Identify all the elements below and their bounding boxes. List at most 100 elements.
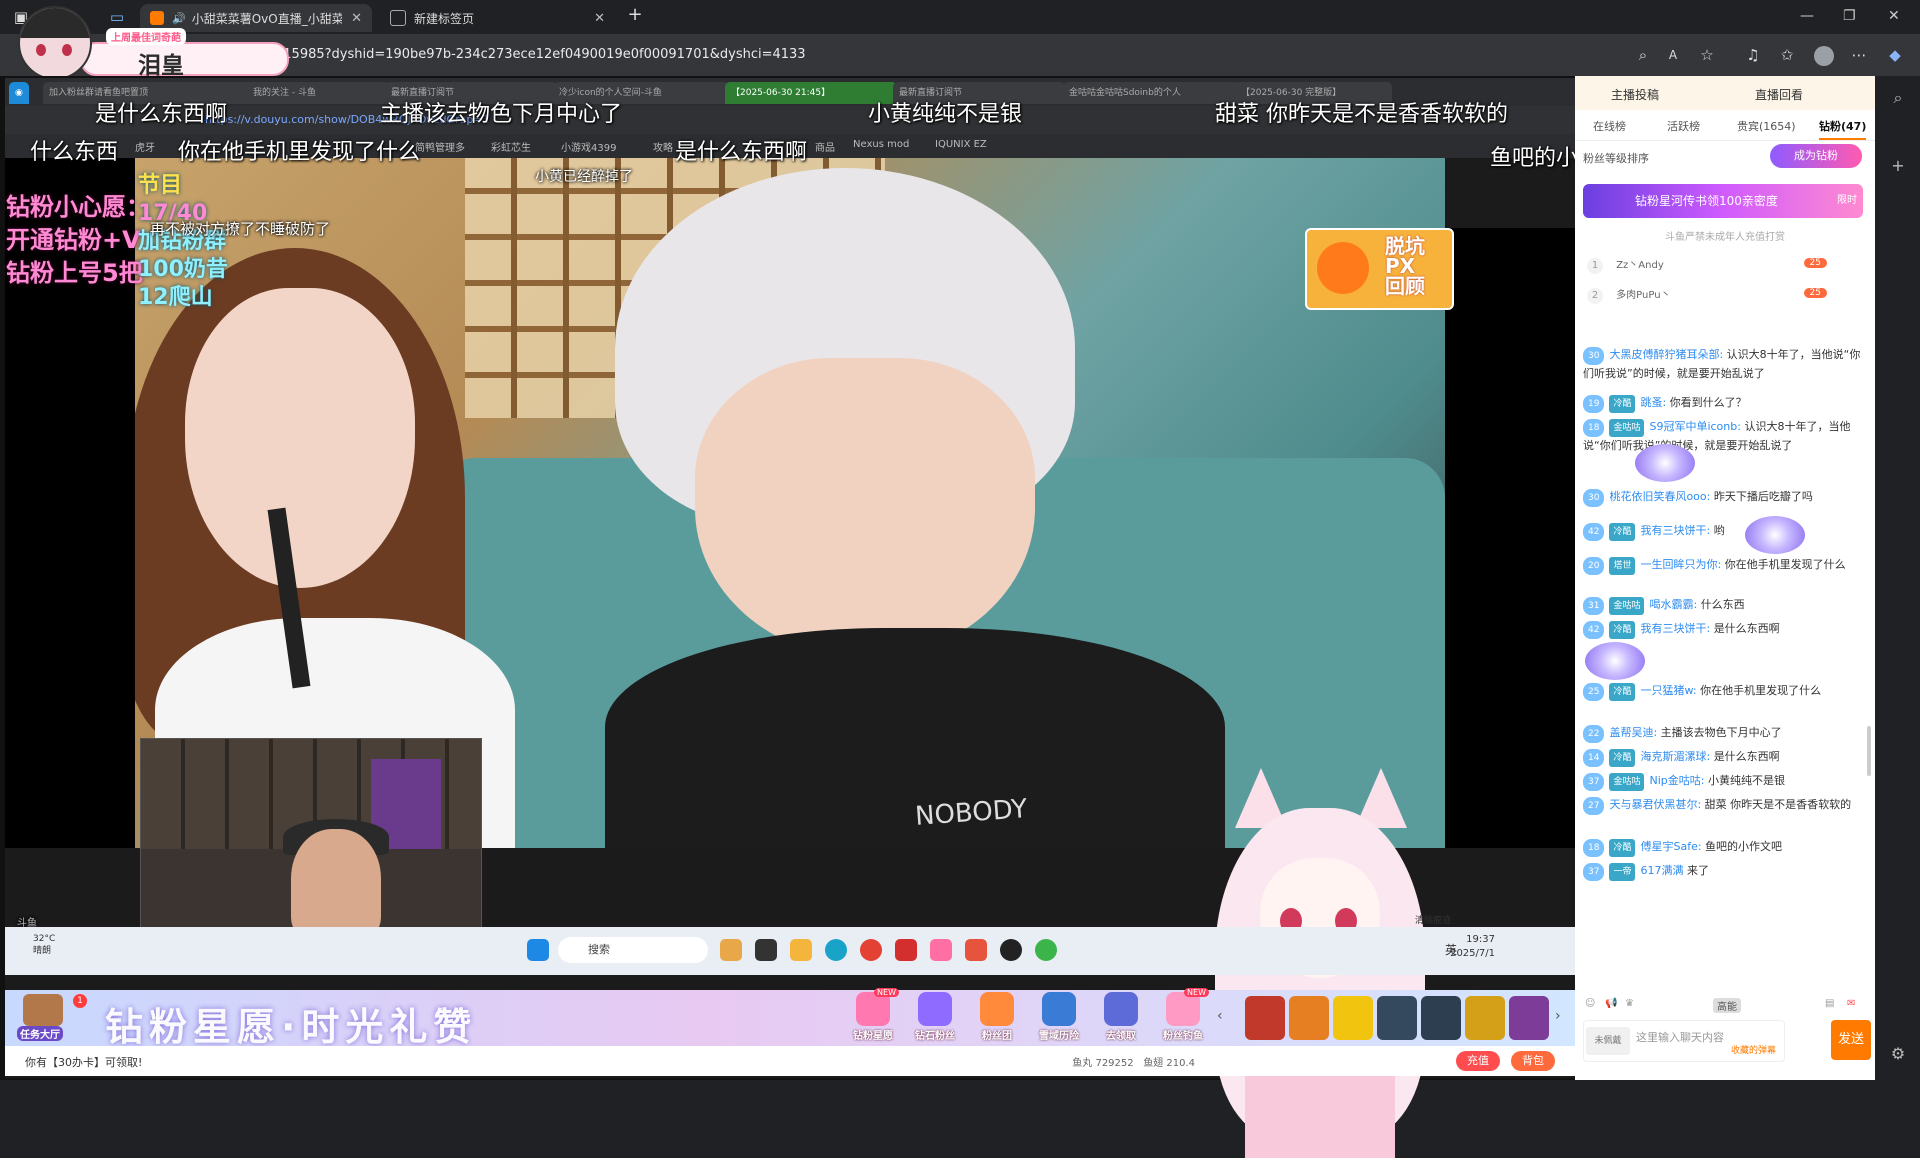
chat-message[interactable]: 42 冷酷 我有三块饼干: 是什么东西啊 — [1583, 620, 1868, 639]
captured-tab: 金咕咕金咕咕Sdoinb的个人 — [1063, 82, 1240, 104]
chat-message[interactable]: 30 大黑皮傅醉狞猪耳朵部: 认识大8十年了，当他说“你们听我说”的时候，就是要开… — [1583, 346, 1868, 383]
chevron-left-icon[interactable]: ‹ — [1217, 1008, 1223, 1024]
chat-username[interactable]: 大黑皮傅醉狞猪耳朵部: — [1609, 348, 1723, 361]
backpack-item[interactable] — [1509, 996, 1549, 1040]
chat-username[interactable]: 傅星宇Safe: — [1640, 840, 1701, 853]
chat-message[interactable]: 31 金咕咕 喝水霸霸: 什么东西 — [1583, 596, 1868, 615]
backpack-item[interactable] — [1245, 996, 1285, 1040]
saved-danmaku-link[interactable]: 收藏的弹幕 — [1731, 1043, 1776, 1056]
tab-online-rank[interactable]: 在线榜 — [1593, 118, 1626, 134]
chat-message[interactable]: 25 冷酷 一只猛猪w: 你在他手机里发现了什么 — [1583, 682, 1868, 701]
rank-sort-label[interactable]: 粉丝等级排序 — [1583, 150, 1649, 166]
chat-message[interactable]: 42 冷酷 我有三块饼干: 哟 — [1583, 522, 1868, 541]
gift-item[interactable]: 粉丝钓鱼 NEW — [1155, 988, 1211, 1044]
gift-item[interactable]: 粉丝团 — [969, 992, 1025, 1044]
chat-message[interactable]: 22 盖帮吴迪: 主播该去物色下月中心了 — [1583, 724, 1868, 743]
tab-new-tab[interactable]: 新建标签页 ✕ — [380, 4, 615, 32]
close-tab-icon[interactable]: ✕ — [594, 11, 605, 26]
chat-username[interactable]: 桃花依旧笑春风ooo: — [1609, 490, 1710, 503]
claim-notice[interactable]: 你有【30办卡】可领取! — [25, 1054, 142, 1070]
chat-message[interactable]: 20 塔世 一生回眸只为你: 你在他手机里发现了什么 — [1583, 556, 1868, 575]
chat-input-box[interactable]: 未佩戴 这里输入聊天内容 收藏的弹幕 — [1583, 1020, 1785, 1062]
chat-message[interactable]: 37 金咕咕 Nip金咕咕: 小黄纯纯不是银 — [1583, 772, 1868, 791]
event-banner[interactable]: 钻粉星愿·时光礼赞 — [105, 996, 477, 1051]
chat-message[interactable]: 18 冷酷 傅星宇Safe: 鱼吧的小作文吧 — [1583, 838, 1868, 857]
badge-selector[interactable]: 未佩戴 — [1586, 1027, 1630, 1055]
settings-icon[interactable]: ▤ — [1825, 998, 1834, 1009]
rank-row[interactable]: 2 多肉PuPu丶 25 — [1587, 286, 1857, 310]
mission-hall-button[interactable]: 任务大厅 1 — [15, 994, 87, 1042]
add-icon[interactable]: + — [1888, 156, 1908, 176]
chat-username[interactable]: Nip金咕咕: — [1649, 774, 1704, 787]
url-field[interactable]: 215985?dyshid=190be97b-234c273ece12ef049… — [275, 47, 806, 62]
page-icon — [390, 10, 406, 26]
chevron-right-icon[interactable]: › — [1555, 1008, 1561, 1024]
favorite-star-icon[interactable]: ☆ — [1698, 46, 1716, 64]
user-level-badge: 37 — [1583, 863, 1605, 881]
chat-username[interactable]: 跳蚤: — [1640, 396, 1666, 409]
chat-username[interactable]: 盖帮吴迪: — [1609, 726, 1657, 739]
chat-message[interactable]: 18 金咕咕 S9冠军中单iconb: 认识大8十年了，当他说“你们听我说”的时候，… — [1583, 418, 1868, 455]
red-envelope-icon[interactable]: ✉ — [1847, 998, 1855, 1009]
new-tab-button[interactable]: + — [626, 6, 644, 24]
gift-item[interactable]: 雪域历险 — [1031, 992, 1087, 1044]
backpack-item[interactable] — [1333, 996, 1373, 1040]
extension-icon[interactable]: ♫ — [1744, 46, 1762, 64]
send-button[interactable]: 发送 — [1831, 1020, 1871, 1060]
recharge-button[interactable]: 充值 — [1456, 1051, 1500, 1071]
chat-message[interactable]: 14 冷酷 海克斯湄漯球: 是什么东西啊 — [1583, 748, 1868, 767]
backpack-item[interactable] — [1465, 996, 1505, 1040]
close-window-icon[interactable]: ✕ — [1888, 8, 1900, 24]
folder-icon — [790, 939, 812, 961]
chat-username[interactable]: 我有三块饼干: — [1640, 524, 1710, 537]
streamer-posts-link[interactable]: 主播投稿 — [1611, 86, 1659, 103]
zoom-icon[interactable]: ⌕ — [1634, 46, 1652, 64]
gift-item[interactable]: 钻粉星愿 NEW — [845, 988, 901, 1044]
backpack-button[interactable]: 背包 — [1511, 1051, 1555, 1071]
search-icon[interactable]: ⌕ — [1888, 88, 1908, 108]
gift-icon — [1166, 992, 1200, 1026]
more-menu-icon[interactable]: ⋯ — [1850, 46, 1868, 64]
backpack-item[interactable] — [1377, 996, 1417, 1040]
megaphone-icon[interactable]: 📢 — [1605, 998, 1617, 1009]
high-energy-button[interactable]: 高能 — [1713, 998, 1741, 1013]
tab-diamond-fans[interactable]: 钻粉(47) — [1819, 118, 1867, 140]
emoji-icon[interactable]: ☺ — [1585, 998, 1595, 1009]
chat-username[interactable]: 喝水霸霸: — [1649, 598, 1697, 611]
backpack-item[interactable] — [1289, 996, 1329, 1040]
chat-username[interactable]: 一只猛猪w: — [1640, 684, 1696, 697]
user-level-badge: 31 — [1583, 597, 1605, 615]
chat-list[interactable]: 30 大黑皮傅醉狞猪耳朵部: 认识大8十年了，当他说“你们听我说”的时候，就是要开… — [1575, 324, 1875, 984]
favorites-icon[interactable]: ✩ — [1778, 46, 1796, 64]
chat-message[interactable]: 19 冷酷 跳蚤: 你看到什么了？ — [1583, 394, 1868, 413]
taskbar-search: 搜索 — [558, 937, 708, 963]
rank-row[interactable]: 1 Zz丶Andy 25 — [1587, 256, 1857, 280]
gear-icon[interactable]: ⚙ — [1888, 1044, 1908, 1064]
tab-vip[interactable]: 贵宾(1654) — [1737, 118, 1796, 134]
chat-username[interactable]: 一生回眸只为你: — [1640, 558, 1721, 571]
read-aloud-icon[interactable]: A — [1664, 46, 1682, 64]
chat-username[interactable]: 海克斯湄漯球: — [1640, 750, 1710, 763]
chat-scrollbar[interactable] — [1867, 726, 1871, 776]
replay-link[interactable]: 直播回看 — [1755, 86, 1803, 103]
crown-icon[interactable]: ♛ — [1625, 998, 1634, 1009]
chat-username[interactable]: S9冠军中单iconb: — [1649, 420, 1740, 433]
backpack-item[interactable] — [1421, 996, 1461, 1040]
promo-banner[interactable]: 钻粉星河传书领100亲密度 限时 — [1583, 184, 1863, 218]
chat-message[interactable]: 27 天与暴君伏黑甚尔: 甜菜 你昨天是不是香香软软的 — [1583, 796, 1868, 815]
gift-item[interactable]: 钻石粉丝 — [907, 992, 963, 1044]
tab-active-rank[interactable]: 活跃榜 — [1667, 118, 1700, 134]
chat-username[interactable]: 天与暴君伏黑甚尔: — [1609, 798, 1701, 811]
become-diamond-button[interactable]: 成为钻粉 — [1770, 144, 1862, 168]
chat-username[interactable]: 617满满 — [1640, 864, 1683, 877]
chat-username[interactable]: 我有三块饼干: — [1640, 622, 1710, 635]
chat-message[interactable]: 37 一帝 617满满 来了 — [1583, 862, 1868, 881]
close-tab-icon[interactable]: ✕ — [351, 11, 362, 26]
chat-message[interactable]: 30 桃花依旧笑春风ooo: 昨天下播后吃瓣了吗 — [1583, 488, 1868, 507]
copilot-icon[interactable]: ◆ — [1886, 46, 1904, 64]
profile-avatar[interactable] — [1814, 46, 1834, 66]
gift-icon — [856, 992, 890, 1026]
minimize-icon[interactable]: — — [1800, 8, 1814, 24]
gift-item[interactable]: 去领取 — [1093, 992, 1149, 1044]
restore-icon[interactable]: ❐ — [1843, 8, 1856, 24]
